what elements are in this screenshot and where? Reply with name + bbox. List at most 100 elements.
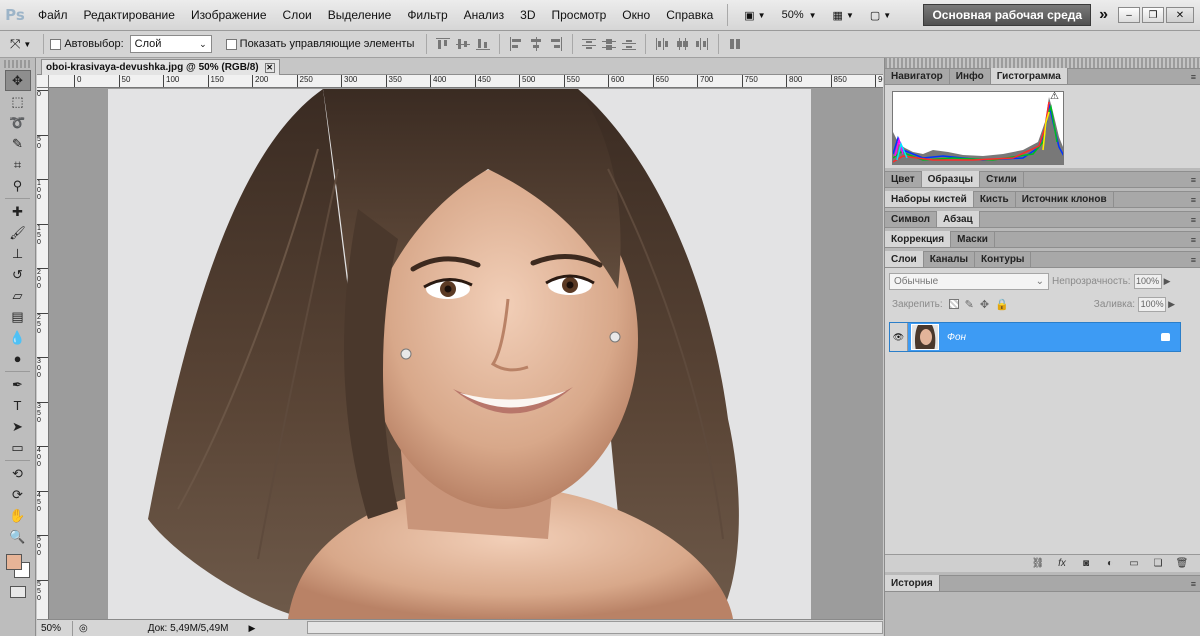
launch-bridge-button[interactable]: ▣ ▼ xyxy=(738,4,771,26)
eyedropper-tool-icon[interactable]: ⚲ xyxy=(5,175,31,196)
zoom-tool-icon[interactable]: 🔍 xyxy=(5,526,31,547)
menu-select[interactable]: Выделение xyxy=(320,0,400,31)
tab-histogram[interactable]: Гистограмма xyxy=(990,68,1068,84)
marquee-tool-icon[interactable]: ⬚ xyxy=(5,91,31,112)
move-tool-preset[interactable]: ⤧ ▼ xyxy=(10,36,31,52)
lock-transparency-icon[interactable] xyxy=(948,299,959,309)
tab-styles[interactable]: Стили xyxy=(980,171,1024,187)
close-button[interactable]: ✕ xyxy=(1166,7,1194,23)
adjustment-layer-icon[interactable]: ◐ xyxy=(1102,558,1118,570)
align-bottom-icon[interactable] xyxy=(475,37,491,51)
blur-tool-icon[interactable]: 💧 xyxy=(5,327,31,348)
menu-view[interactable]: Просмотр xyxy=(543,0,614,31)
tab-color[interactable]: Цвет xyxy=(885,171,922,187)
panel-menu-icon[interactable]: ≡ xyxy=(1191,175,1196,185)
menu-image[interactable]: Изображение xyxy=(183,0,275,31)
shape-tool-icon[interactable]: ▭ xyxy=(5,437,31,458)
move-tool-icon[interactable]: ✥ xyxy=(4,70,31,91)
lasso-tool-icon[interactable]: ➰ xyxy=(5,112,31,133)
brush-tool-icon[interactable]: 🖌 xyxy=(5,222,31,243)
tab-paragraph[interactable]: Абзац xyxy=(937,211,980,227)
screen-mode-button[interactable]: ▢ ▼ xyxy=(864,4,897,26)
delete-layer-icon[interactable]: 🗑 xyxy=(1174,558,1190,570)
pen-tool-icon[interactable]: ✒ xyxy=(5,374,31,395)
tab-navigator[interactable]: Навигатор xyxy=(885,68,950,84)
tab-brush[interactable]: Кисть xyxy=(974,191,1016,207)
distribute-right-icon[interactable] xyxy=(694,37,710,51)
menu-help[interactable]: Справка xyxy=(658,0,721,31)
lock-position-icon[interactable]: ✥ xyxy=(980,298,989,311)
distribute-hcenter-icon[interactable] xyxy=(674,37,690,51)
restore-button[interactable]: ❐ xyxy=(1142,7,1164,23)
tab-clone-source[interactable]: Источник клонов xyxy=(1016,191,1114,207)
more-workspaces-button[interactable]: » xyxy=(1099,6,1108,24)
tab-paths[interactable]: Контуры xyxy=(975,251,1032,267)
arrange-documents-button[interactable]: ▦ ▼ xyxy=(827,4,860,26)
new-group-icon[interactable]: ▭ xyxy=(1126,558,1142,570)
menu-analysis[interactable]: Анализ xyxy=(456,0,513,31)
document-tab[interactable]: oboi-krasivaya-devushka.jpg @ 50% (RGB/8… xyxy=(41,59,280,75)
tab-swatches[interactable]: Образцы xyxy=(921,171,981,187)
menu-layers[interactable]: Слои xyxy=(275,0,320,31)
3d-orbit-tool-icon[interactable]: ⟳ xyxy=(5,484,31,505)
hand-tool-icon[interactable]: ✋ xyxy=(5,505,31,526)
tab-info[interactable]: Инфо xyxy=(950,68,991,84)
menu-3d[interactable]: 3D xyxy=(512,0,543,31)
autoselect-dropdown[interactable]: Слой ⌄ xyxy=(129,35,212,53)
panel-grip[interactable] xyxy=(4,60,31,68)
quick-select-tool-icon[interactable]: ✎ xyxy=(5,133,31,154)
history-brush-tool-icon[interactable]: ↺ xyxy=(5,264,31,285)
lock-all-icon[interactable]: 🔒 xyxy=(995,298,1009,311)
ruler-corner[interactable] xyxy=(37,75,49,88)
align-left-icon[interactable] xyxy=(508,37,524,51)
3d-rotate-tool-icon[interactable]: ⟲ xyxy=(5,463,31,484)
tab-brush-presets[interactable]: Наборы кистей xyxy=(885,191,974,207)
status-menu-arrow-icon[interactable]: ▶ xyxy=(248,623,255,634)
horizontal-ruler[interactable]: 0 50 100 150 200 250 300 350 400 450 500 550 600 650 7… xyxy=(49,75,883,88)
layer-style-icon[interactable]: fx xyxy=(1054,558,1070,570)
show-controls-checkbox[interactable] xyxy=(225,38,237,50)
panel-menu-icon[interactable]: ≡ xyxy=(1191,579,1196,589)
lock-pixels-icon[interactable]: ✎ xyxy=(965,298,974,311)
panel-menu-icon[interactable]: ≡ xyxy=(1191,215,1196,225)
eraser-tool-icon[interactable]: ▱ xyxy=(5,285,31,306)
align-vcenter-icon[interactable] xyxy=(455,37,471,51)
panel-menu-icon[interactable]: ≡ xyxy=(1191,255,1196,265)
align-hcenter-icon[interactable] xyxy=(528,37,544,51)
vertical-ruler[interactable]: 0 5 0 1 0 0 1 5 0 2 0 0 2 5 0 3 0 0 3 5 0 4 0 0 4… xyxy=(37,88,49,619)
fill-slider-arrow-icon[interactable]: ▶ xyxy=(1168,299,1175,310)
tab-character[interactable]: Символ xyxy=(885,211,937,227)
clone-stamp-tool-icon[interactable]: ⊥ xyxy=(5,243,31,264)
panel-menu-icon[interactable]: ≡ xyxy=(1191,195,1196,205)
menu-window[interactable]: Окно xyxy=(614,0,658,31)
link-layers-icon[interactable]: ⛓ xyxy=(1030,558,1046,570)
distribute-top-icon[interactable] xyxy=(581,37,597,51)
distribute-vcenter-icon[interactable] xyxy=(601,37,617,51)
horizontal-scrollbar[interactable] xyxy=(307,621,883,634)
panel-menu-icon[interactable]: ≡ xyxy=(1191,72,1196,82)
healing-brush-tool-icon[interactable]: ✚ xyxy=(5,201,31,222)
tab-history[interactable]: История xyxy=(885,575,940,591)
distribute-bottom-icon[interactable] xyxy=(621,37,637,51)
tab-layers[interactable]: Слои xyxy=(885,251,924,267)
autoselect-checkbox[interactable] xyxy=(50,38,62,50)
tab-channels[interactable]: Каналы xyxy=(924,251,975,267)
zoom-level-dropdown[interactable]: 50% ▼ xyxy=(776,4,823,26)
status-info-icon[interactable]: ◎ xyxy=(79,623,88,634)
gradient-tool-icon[interactable]: ▤ xyxy=(5,306,31,327)
fill-field[interactable]: 100% xyxy=(1138,296,1167,312)
menu-edit[interactable]: Редактирование xyxy=(76,0,183,31)
blend-mode-dropdown[interactable]: Обычные ⌄ xyxy=(889,272,1049,290)
menu-filter[interactable]: Фильтр xyxy=(399,0,455,31)
tab-masks[interactable]: Маски xyxy=(951,231,995,247)
quick-mask-icon[interactable] xyxy=(10,586,26,598)
panel-grip[interactable] xyxy=(885,58,1200,68)
minimize-button[interactable]: – xyxy=(1118,7,1140,23)
distribute-left-icon[interactable] xyxy=(654,37,670,51)
align-top-icon[interactable] xyxy=(435,37,451,51)
auto-align-layers-icon[interactable] xyxy=(727,37,743,51)
opacity-slider-arrow-icon[interactable]: ▶ xyxy=(1164,276,1171,287)
layer-row[interactable]: 👁 Фон xyxy=(889,322,1181,352)
panel-menu-icon[interactable]: ≡ xyxy=(1191,235,1196,245)
close-tab-icon[interactable]: ✕ xyxy=(264,62,275,73)
